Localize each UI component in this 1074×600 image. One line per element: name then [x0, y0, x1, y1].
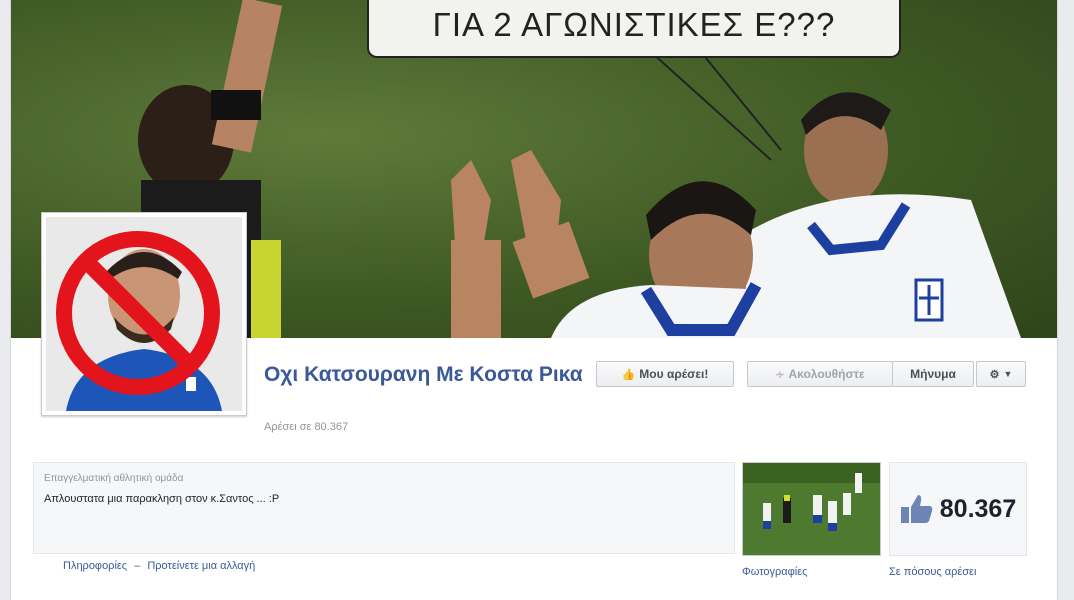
likes-count: 80.367 [939, 494, 1017, 523]
like-button[interactable]: 👍 Μου αρέσει! [596, 361, 734, 387]
follow-button-label: Ακολουθήστε [788, 367, 865, 381]
page-title[interactable]: Οχι Κατσουρανη Με Κοστα Ρικα [264, 361, 584, 389]
about-box: Επαγγελματική αθλητική ομάδα Απλουστατα … [33, 462, 735, 554]
photos-link[interactable]: Φωτογραφίες [742, 566, 807, 578]
thumbs-up-icon [900, 495, 933, 523]
info-link[interactable]: Πληροφορίες [63, 560, 127, 572]
settings-dropdown-button[interactable]: ⚙ ▼ [976, 361, 1026, 387]
about-links: Πληροφορίες – Προτείνετε μια αλλαγή [63, 560, 259, 572]
page-container: ΓΙΑ 2 ΑΓΩΝΙΣΤΙΚΕΣ Ε??? Οχι Κατσουρανη Με… [10, 0, 1058, 600]
photos-thumbnail-graphic [743, 463, 880, 555]
page-category[interactable]: Επαγγελματική αθλητική ομάδα [44, 473, 183, 484]
no-sign-icon [56, 231, 220, 395]
likes-link[interactable]: Σε πόσους αρέσει [889, 566, 976, 578]
speech-bubble: ΓΙΑ 2 ΑΓΩΝΙΣΤΙΚΕΣ Ε??? [367, 0, 901, 58]
suggest-edit-link[interactable]: Προτείνετε μια αλλαγή [147, 560, 255, 572]
rss-icon: ∻ [775, 368, 785, 381]
thumbs-up-icon: 👍 [621, 368, 636, 381]
gear-icon: ⚙ [989, 368, 1000, 381]
caret-down-icon: ▼ [1003, 369, 1013, 379]
link-separator: – [134, 560, 141, 572]
page-description: Απλουστατα μια παρακληση στον κ.Σαντος .… [44, 493, 280, 505]
photos-thumbnail[interactable] [742, 462, 881, 556]
message-button-label: Μήνυμα [910, 367, 956, 381]
like-button-label: Μου αρέσει! [639, 367, 709, 381]
follow-button[interactable]: ∻ Ακολουθήστε [747, 361, 893, 387]
likes-box[interactable]: 80.367 [889, 462, 1027, 556]
likes-subtitle: Αρέσει σε 80.367 [264, 421, 349, 433]
message-button[interactable]: Μήνυμα [892, 361, 974, 387]
profile-picture[interactable] [41, 212, 247, 416]
